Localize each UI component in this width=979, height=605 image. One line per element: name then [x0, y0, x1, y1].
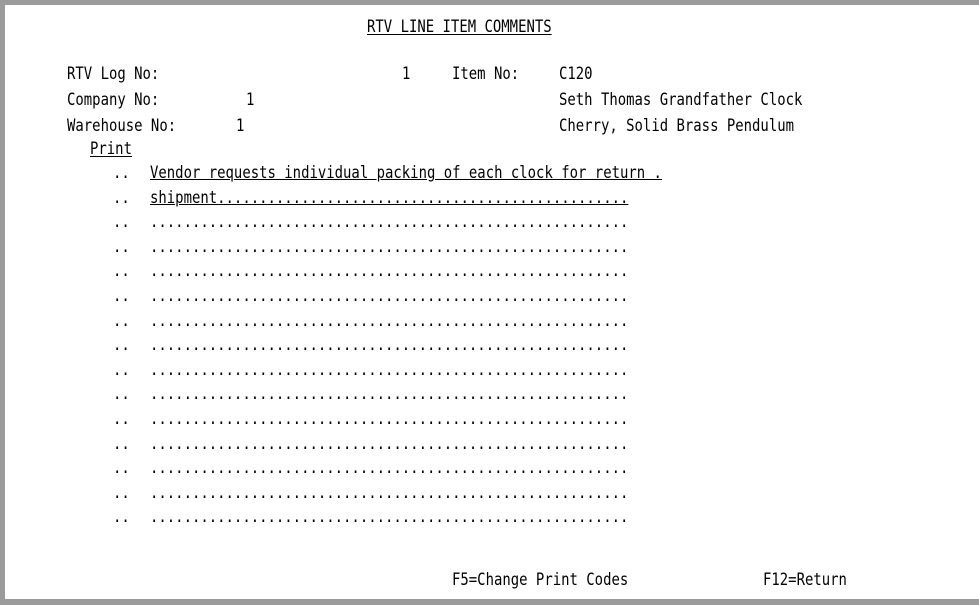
comment-text-field[interactable]: ........................................…: [150, 237, 872, 257]
print-code-field[interactable]: ..: [113, 286, 130, 306]
print-code-field[interactable]: ..: [113, 360, 130, 380]
print-code-field[interactable]: ..: [113, 483, 130, 503]
comment-text-field[interactable]: ........................................…: [150, 311, 872, 331]
comment-text-field[interactable]: shipment................................…: [150, 188, 872, 208]
company-no-label: Company No:: [67, 90, 160, 110]
screen-title: RTV LINE ITEM COMMENTS: [367, 17, 552, 37]
comment-text-field[interactable]: ........................................…: [150, 507, 872, 527]
print-column-header: Print: [90, 139, 132, 159]
print-code-field[interactable]: ..: [113, 311, 130, 331]
comment-text-field[interactable]: Vendor requests individual packing of ea…: [150, 163, 872, 183]
comment-text-field[interactable]: ........................................…: [150, 261, 872, 281]
rtv-log-label: RTV Log No:: [67, 64, 160, 84]
warehouse-no-value: 1: [236, 116, 245, 136]
item-description-line1: Seth Thomas Grandfather Clock: [559, 90, 803, 110]
comment-text-field[interactable]: ........................................…: [150, 434, 872, 454]
print-code-field[interactable]: ..: [113, 188, 130, 208]
f12-return[interactable]: F12=Return: [763, 570, 847, 590]
comment-text-field[interactable]: ........................................…: [150, 384, 872, 404]
print-code-field[interactable]: ..: [113, 507, 130, 527]
comment-text-field[interactable]: ........................................…: [150, 409, 872, 429]
comment-text-field[interactable]: ........................................…: [150, 360, 872, 380]
print-code-field[interactable]: ..: [113, 163, 130, 183]
print-code-field[interactable]: ..: [113, 237, 130, 257]
comment-text-field[interactable]: ........................................…: [150, 335, 872, 355]
comment-text-field[interactable]: ........................................…: [150, 483, 872, 503]
item-no-label: Item No:: [452, 64, 520, 84]
print-code-field[interactable]: ..: [113, 212, 130, 232]
print-code-field[interactable]: ..: [113, 335, 130, 355]
print-code-field[interactable]: ..: [113, 434, 130, 454]
f5-change-print-codes[interactable]: F5=Change Print Codes: [452, 570, 628, 590]
comment-text-field[interactable]: ........................................…: [150, 458, 872, 478]
company-no-value: 1: [246, 90, 255, 110]
warehouse-no-label: Warehouse No:: [67, 116, 177, 136]
item-description-line2: Cherry, Solid Brass Pendulum: [559, 116, 794, 136]
print-code-field[interactable]: ..: [113, 261, 130, 281]
print-code-field[interactable]: ..: [113, 458, 130, 478]
rtv-log-value: 1: [402, 64, 411, 84]
comment-text-field[interactable]: ........................................…: [150, 286, 872, 306]
comment-text-field[interactable]: ........................................…: [150, 212, 872, 232]
print-code-field[interactable]: ..: [113, 384, 130, 404]
item-no-value: C120: [559, 64, 593, 84]
print-code-field[interactable]: ..: [113, 409, 130, 429]
